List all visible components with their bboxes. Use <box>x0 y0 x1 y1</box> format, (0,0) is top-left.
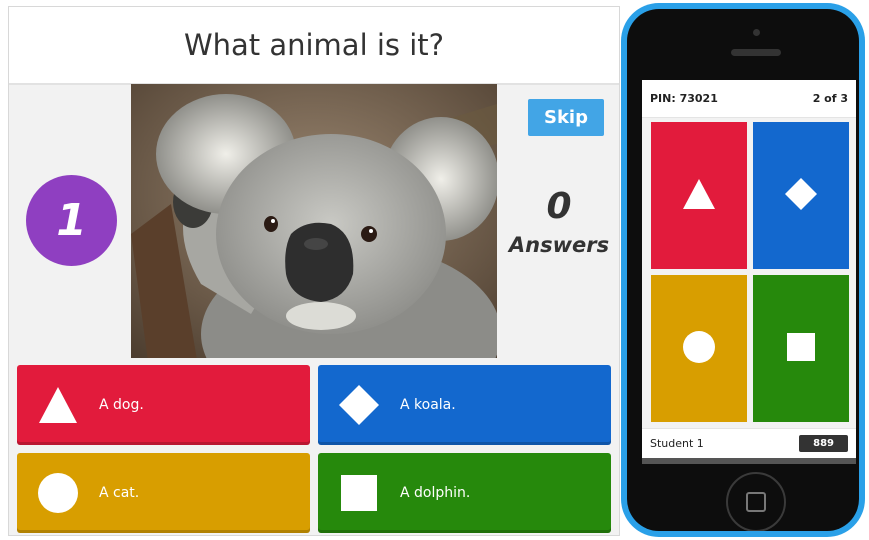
question-title: What animal is it? <box>9 7 619 85</box>
camera-icon <box>753 29 760 36</box>
triangle-icon <box>682 178 716 214</box>
answer-label: A cat. <box>99 485 140 501</box>
phone-frame: PIN: 73021 2 of 3 Student 1 889 <box>621 3 865 537</box>
answers-count: 0 <box>546 186 572 227</box>
skip-button[interactable]: Skip <box>528 99 604 136</box>
circle-icon <box>37 472 79 514</box>
countdown-timer: 1 <box>26 175 117 266</box>
answer-tiles <box>642 118 856 428</box>
phone-body: PIN: 73021 2 of 3 Student 1 889 <box>627 9 859 531</box>
tile-triangle[interactable] <box>651 122 747 269</box>
koala-image <box>131 84 497 358</box>
answer-option-red[interactable]: A dog. <box>17 365 310 445</box>
tile-circle[interactable] <box>651 275 747 422</box>
answer-label: A dog. <box>99 397 144 413</box>
player-name: Student 1 <box>650 437 704 450</box>
answer-option-yellow[interactable]: A cat. <box>17 453 310 533</box>
answer-label: A koala. <box>400 397 456 413</box>
tile-diamond[interactable] <box>753 122 849 269</box>
phone-footer: Student 1 889 <box>642 428 856 458</box>
screen-bottom-bar <box>642 458 856 464</box>
phone-header: PIN: 73021 2 of 3 <box>642 80 856 118</box>
game-pin: PIN: 73021 <box>650 92 718 105</box>
speaker-icon <box>731 49 781 56</box>
score-badge: 889 <box>799 435 848 452</box>
answer-option-blue[interactable]: A koala. <box>318 365 611 445</box>
square-icon <box>786 332 816 366</box>
diamond-icon <box>784 177 818 215</box>
answer-option-green[interactable]: A dolphin. <box>318 453 611 533</box>
tile-square[interactable] <box>753 275 849 422</box>
answer-label: A dolphin. <box>400 485 471 501</box>
answers-label: Answers <box>508 233 610 257</box>
diamond-icon <box>338 384 380 426</box>
phone-screen: PIN: 73021 2 of 3 Student 1 889 <box>642 80 856 464</box>
home-icon <box>746 492 766 512</box>
question-progress: 2 of 3 <box>812 92 848 105</box>
game-screen: What animal is it? 1 Skip 0 Answers A do… <box>8 6 620 536</box>
triangle-icon <box>37 384 79 426</box>
circle-icon <box>682 330 716 368</box>
home-button[interactable] <box>726 472 786 531</box>
square-icon <box>338 472 380 514</box>
